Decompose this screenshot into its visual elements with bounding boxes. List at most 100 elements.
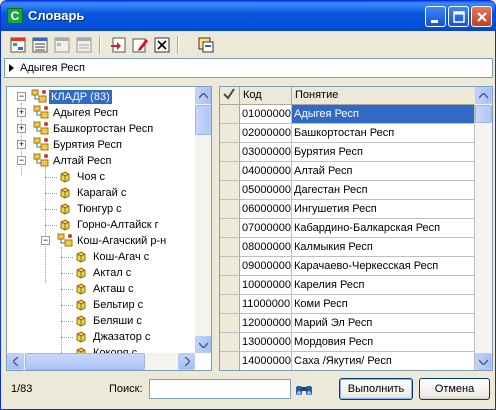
scroll-up-icon[interactable]: [195, 87, 211, 104]
row-check-cell[interactable]: [220, 295, 240, 314]
code-cell: 05000000: [240, 181, 292, 200]
row-check-cell[interactable]: [220, 219, 240, 238]
search-input[interactable]: [149, 379, 291, 399]
dictionary-window: C Словарь Адыгея Респ − КЛАДР (83) + Ады…: [0, 0, 496, 410]
edit-icon[interactable]: [129, 34, 151, 56]
folder-tree-icon: [33, 121, 49, 135]
tree-item[interactable]: Чоя с: [7, 169, 195, 185]
scroll-left-icon[interactable]: [7, 353, 24, 370]
scroll-up-icon[interactable]: [475, 87, 492, 104]
row-check-cell[interactable]: [220, 143, 240, 162]
code-cell: 14000000: [240, 352, 292, 370]
row-check-cell[interactable]: [220, 314, 240, 333]
tree-item[interactable]: Тюнгур с: [7, 201, 195, 217]
leaf-node-icon: [76, 299, 86, 311]
collapse-icon[interactable]: −: [17, 156, 26, 165]
tree-item[interactable]: Горно-Алтайск г: [7, 217, 195, 233]
grid-vertical-scrollbar[interactable]: [475, 87, 492, 370]
collapse-icon[interactable]: −: [17, 92, 26, 101]
expand-icon[interactable]: +: [17, 108, 26, 117]
expand-icon[interactable]: +: [17, 124, 26, 133]
row-check-cell[interactable]: [220, 105, 240, 124]
close-box-icon[interactable]: [151, 34, 173, 56]
code-cell: 08000000: [240, 238, 292, 257]
tree-item-label: Карагай с: [77, 187, 127, 199]
row-check-cell[interactable]: [220, 200, 240, 219]
checkmark-icon: [223, 88, 235, 100]
tree-item-label: Чоя с: [77, 171, 105, 183]
folder-tree-icon: [33, 105, 49, 119]
maximize-button[interactable]: [448, 6, 469, 27]
code-cell: 09000000: [240, 257, 292, 276]
tree-item[interactable]: Бельтир с: [7, 297, 195, 313]
tree-line: [61, 273, 73, 274]
app-icon: C: [7, 8, 23, 24]
row-check-cell[interactable]: [220, 333, 240, 352]
row-check-cell[interactable]: [220, 162, 240, 181]
tree-item[interactable]: + Бурятия Респ: [7, 137, 195, 153]
tree-item[interactable]: Актал с: [7, 265, 195, 281]
tree-item[interactable]: − Кош-Агачский р-н: [7, 233, 195, 249]
scroll-right-icon[interactable]: [178, 353, 195, 370]
scroll-down-icon[interactable]: [475, 353, 492, 370]
tree-item[interactable]: Джазатор с: [7, 329, 195, 345]
tree-line: [61, 337, 73, 338]
tree-item[interactable]: Карагай с: [7, 185, 195, 201]
tree-item[interactable]: Кош-Агач с: [7, 249, 195, 265]
tree-item[interactable]: − Алтай Респ: [7, 153, 195, 169]
execute-button[interactable]: Выполнить: [339, 378, 413, 400]
scroll-thumb[interactable]: [25, 353, 145, 370]
tree-line: [45, 209, 57, 210]
row-check-cell[interactable]: [220, 124, 240, 143]
tree-panel[interactable]: − КЛАДР (83) + Адыгея Респ + Башкортостан Р…: [6, 86, 212, 371]
find-binoculars-icon[interactable]: [293, 379, 315, 399]
tree-item[interactable]: + Башкортостан Респ: [7, 121, 195, 137]
check-column-header[interactable]: [220, 87, 240, 105]
grid-panel[interactable]: Код Понятие 01000000 Адыгея Респ 02000000 Б…: [219, 86, 493, 371]
title-bar[interactable]: C Словарь: [1, 1, 495, 31]
folder-tree-icon: [31, 89, 47, 103]
folder-tree-icon: [33, 153, 49, 167]
tree-root[interactable]: − КЛАДР (83): [17, 89, 207, 105]
code-cell: 06000000: [240, 200, 292, 219]
row-check-cell[interactable]: [220, 257, 240, 276]
tree-item[interactable]: + Адыгея Респ: [7, 105, 195, 121]
close-button[interactable]: [471, 6, 492, 27]
tree-vertical-scrollbar[interactable]: [195, 87, 211, 353]
column-header-name[interactable]: Понятие: [292, 87, 476, 105]
scroll-down-icon[interactable]: [195, 336, 211, 353]
search-label: Поиск:: [109, 383, 143, 395]
row-check-cell[interactable]: [220, 352, 240, 370]
row-check-cell[interactable]: [220, 238, 240, 257]
tree-item-label: Бельтир с: [93, 299, 144, 311]
name-cell: Бурятия Респ: [292, 143, 475, 162]
name-cell: Кабардино-Балкарская Респ: [292, 219, 475, 238]
code-cell: 03000000: [240, 143, 292, 162]
minimize-button[interactable]: [425, 6, 446, 27]
tree-horizontal-scrollbar[interactable]: [7, 353, 195, 370]
leaf-node-icon: [60, 203, 70, 215]
column-header-code[interactable]: Код: [240, 87, 292, 105]
collapse-icon[interactable]: −: [41, 236, 50, 245]
scroll-thumb[interactable]: [195, 105, 211, 135]
scroll-thumb[interactable]: [475, 105, 492, 123]
folder-tree-icon: [57, 233, 73, 247]
tree-line: [61, 257, 73, 258]
tree-item-label: Джазатор с: [93, 331, 151, 343]
code-cell: 10000000: [240, 276, 292, 295]
cancel-button[interactable]: Отмена: [419, 378, 490, 400]
list-icon[interactable]: [29, 34, 51, 56]
tree-item[interactable]: Беляши с: [7, 313, 195, 329]
tree-disabled-icon: [51, 34, 73, 56]
code-cell: 13000000: [240, 333, 292, 352]
list-disabled-icon: [73, 34, 95, 56]
expand-icon[interactable]: +: [17, 140, 26, 149]
tree-add-icon[interactable]: [7, 34, 29, 56]
row-check-cell[interactable]: [220, 181, 240, 200]
row-check-cell[interactable]: [220, 276, 240, 295]
name-cell: Марий Эл Респ: [292, 314, 475, 333]
tree-root-label: КЛАДР (83): [49, 90, 112, 104]
select-icon[interactable]: [195, 34, 217, 56]
import-icon[interactable]: [107, 34, 129, 56]
tree-item[interactable]: Акташ с: [7, 281, 195, 297]
